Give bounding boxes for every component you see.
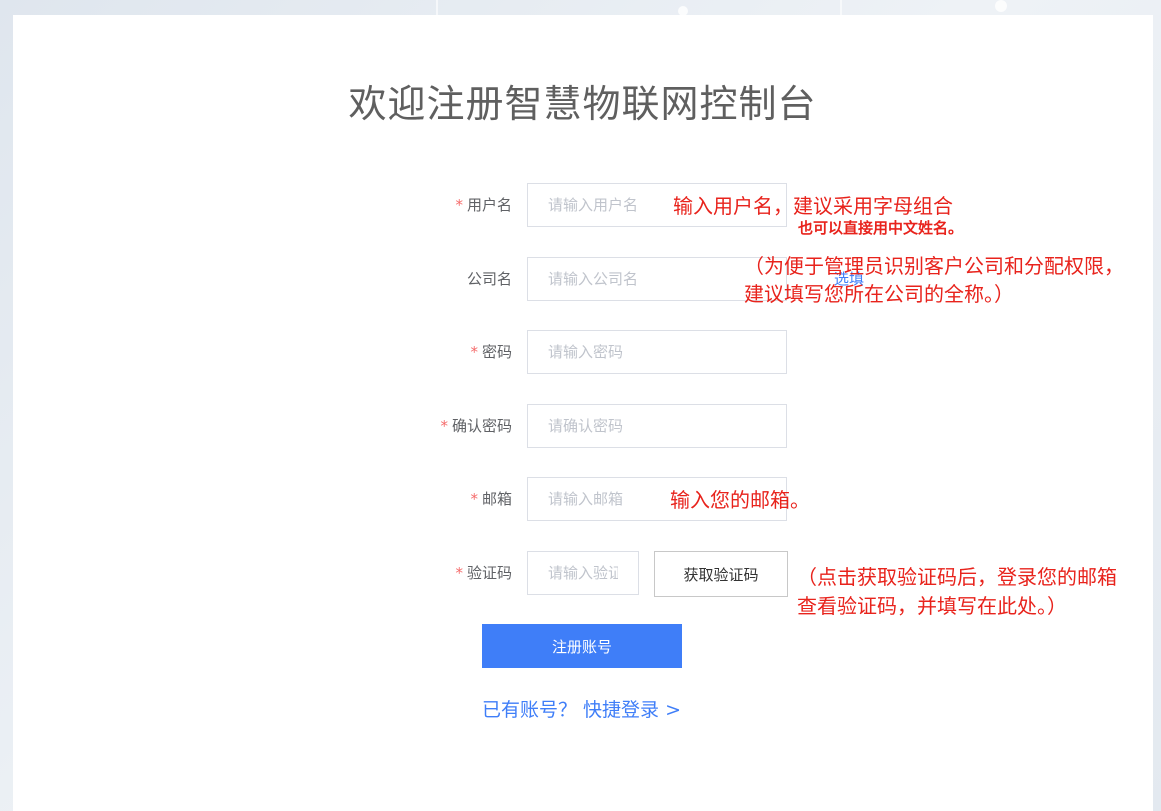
annotation-email: 输入您的邮箱。 (670, 488, 810, 512)
code-label-text: 验证码 (466, 564, 512, 582)
annotation-username-note: 也可以直接用中文姓名。 (798, 219, 964, 237)
required-mark: * (440, 417, 448, 435)
annotation-company-2: 建议填写您所在公司的全称。） (744, 282, 1014, 306)
code-input[interactable] (527, 551, 639, 595)
required-mark: * (470, 343, 478, 361)
annotation-company-1: （为便于管理员识别客户公司和分配权限， (744, 254, 1124, 278)
email-label: * 邮箱 (470, 477, 512, 521)
annotation-username: 输入用户名，建议采用字母组合 (673, 194, 953, 218)
email-label-text: 邮箱 (481, 490, 512, 508)
required-mark: * (470, 490, 478, 508)
code-label: * 验证码 (455, 551, 512, 595)
page-title: 欢迎注册智慧物联网控制台 (348, 82, 817, 126)
company-label: 公司名 (466, 270, 512, 288)
username-label: * 用户名 (455, 183, 512, 227)
password-label: * 密码 (470, 330, 512, 374)
required-mark: * (455, 196, 463, 214)
confirm-password-input[interactable] (527, 404, 787, 448)
confirm-password-label: * 确认密码 (440, 404, 512, 448)
background-dot (995, 0, 1007, 12)
background-line (436, 0, 438, 15)
background-line (840, 0, 842, 15)
password-label-text: 密码 (481, 343, 512, 361)
quick-login-link[interactable]: 已有账号？ 快捷登录 > (482, 695, 681, 722)
confirm-password-label-text: 确认密码 (451, 417, 512, 435)
password-input[interactable] (527, 330, 787, 374)
username-label-text: 用户名 (466, 196, 512, 214)
annotation-code-2: 查看验证码，并填写在此处。） (797, 594, 1067, 618)
get-code-button[interactable]: 获取验证码 (654, 551, 788, 597)
register-button[interactable]: 注册账号 (482, 624, 682, 668)
required-mark: * (455, 564, 463, 582)
annotation-code-1: （点击获取验证码后，登录您的邮箱 (797, 565, 1117, 589)
